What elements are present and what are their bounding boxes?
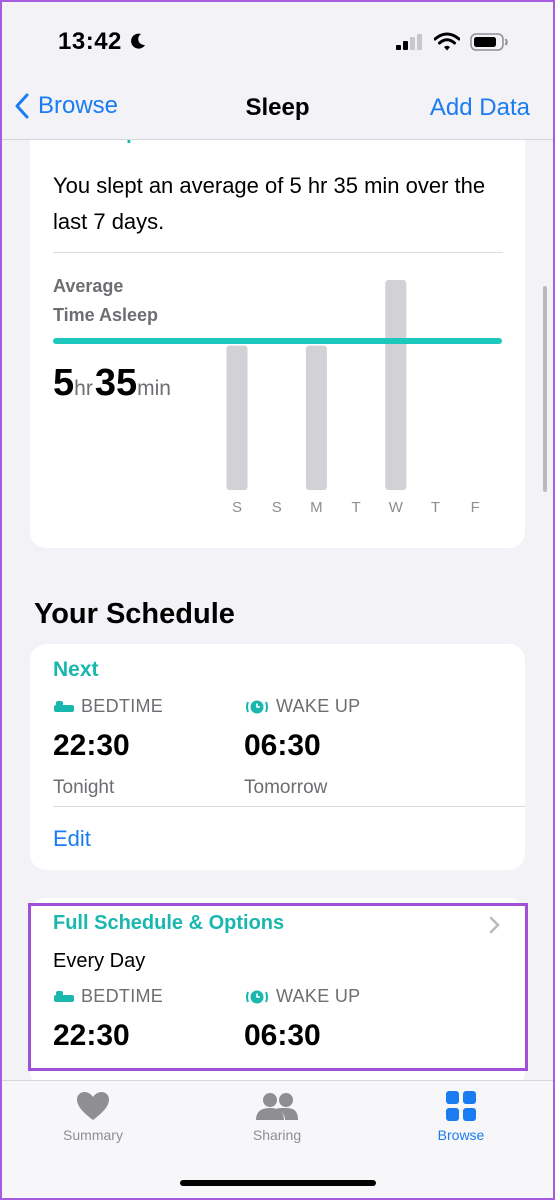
- screen: Sleep You slept an average of 5 hr 35 mi…: [0, 0, 555, 1200]
- full-wakeup-label: WAKE UP: [244, 986, 360, 1007]
- chart-tick-label-4: W: [389, 499, 404, 516]
- wakeup-time: 06:30: [244, 729, 321, 762]
- scroll-indicator[interactable]: [543, 286, 547, 492]
- grid-icon: [446, 1091, 476, 1121]
- bed-icon: [54, 700, 74, 712]
- navigation-bar: Browse Sleep Add Data: [0, 80, 555, 140]
- wakeup-day: Tomorrow: [244, 777, 328, 798]
- back-button-label: Browse: [38, 92, 119, 119]
- sleep-summary-card[interactable]: Sleep You slept an average of 5 hr 35 mi…: [30, 100, 525, 548]
- full-schedule-card[interactable]: Full Schedule & Options Every Day BEDTIM…: [30, 898, 525, 1088]
- chevron-left-icon: [15, 93, 29, 119]
- chart-tick-label-6: F: [471, 499, 480, 516]
- chart-tick-label-1: S: [272, 499, 282, 516]
- people-icon: [256, 1093, 298, 1120]
- edit-button[interactable]: Edit: [53, 826, 91, 852]
- full-bedtime-label-text: BEDTIME: [81, 986, 164, 1006]
- schedule-days: Every Day: [53, 950, 146, 972]
- bedtime-time: 22:30: [53, 729, 130, 762]
- chart-bar-4: [385, 280, 407, 490]
- chart-tick-label-3: T: [352, 499, 361, 516]
- chart-tick-label-5: T: [431, 499, 440, 516]
- page-title-text: Sleep: [245, 94, 310, 121]
- battery-icon: [470, 33, 508, 51]
- wakeup-column: WAKE UP 06:30 Tomorrow: [244, 696, 360, 799]
- full-bedtime-label: BEDTIME: [53, 986, 163, 1007]
- full-bedtime-time: 22:30: [53, 1019, 130, 1052]
- chart-tick-label-2: M: [310, 499, 323, 516]
- bedtime-label: BEDTIME: [53, 696, 163, 717]
- signal-icon: [396, 34, 422, 50]
- tab-browse[interactable]: Browse: [391, 1091, 531, 1143]
- tab-browse-label: Browse: [437, 1127, 485, 1143]
- alarm-icon: [246, 990, 268, 1003]
- status-time: 13:42: [58, 28, 122, 55]
- wifi-icon: [434, 32, 460, 51]
- sleep-bar-chart: SSMTWTF: [226, 280, 480, 516]
- chart-tick-label-0: S: [232, 499, 242, 516]
- bedtime-column: BEDTIME 22:30 Tonight: [53, 696, 163, 799]
- next-schedule-card: Next BEDTIME 22:30 Tonight WAKE UP 06:30…: [30, 644, 525, 870]
- divider: [53, 806, 525, 807]
- bed-icon: [54, 990, 74, 1002]
- full-wakeup-column: WAKE UP 06:30: [244, 986, 360, 1053]
- chart-bar-0: [226, 345, 248, 490]
- next-label: Next: [53, 658, 99, 681]
- chevron-right-icon: [489, 916, 500, 934]
- add-data-button[interactable]: Add Data: [430, 94, 530, 122]
- your-schedule-title: Your Schedule: [34, 598, 235, 630]
- wakeup-label-text: WAKE UP: [276, 696, 361, 716]
- wakeup-label: WAKE UP: [244, 696, 360, 717]
- home-indicator[interactable]: [180, 1180, 376, 1186]
- bedtime-day: Tonight: [53, 777, 115, 798]
- chart-bar-2: [305, 345, 327, 490]
- back-button[interactable]: Browse: [14, 92, 118, 120]
- bedtime-label-text: BEDTIME: [81, 696, 164, 716]
- heart-icon: [77, 1092, 109, 1120]
- full-bedtime-column: BEDTIME 22:30: [53, 986, 163, 1053]
- alarm-icon: [246, 700, 268, 713]
- tab-summary-label: Summary: [63, 1127, 123, 1143]
- tab-sharing[interactable]: Sharing: [207, 1091, 347, 1143]
- moon-icon: [131, 33, 145, 49]
- average-line: [53, 338, 502, 344]
- status-bar: 13:42: [0, 0, 555, 80]
- tab-sharing-label: Sharing: [252, 1127, 302, 1143]
- full-wakeup-label-text: WAKE UP: [276, 986, 361, 1006]
- full-wakeup-time: 06:30: [244, 1019, 321, 1052]
- tab-summary[interactable]: Summary: [23, 1091, 163, 1143]
- full-schedule-title[interactable]: Full Schedule & Options: [53, 912, 284, 935]
